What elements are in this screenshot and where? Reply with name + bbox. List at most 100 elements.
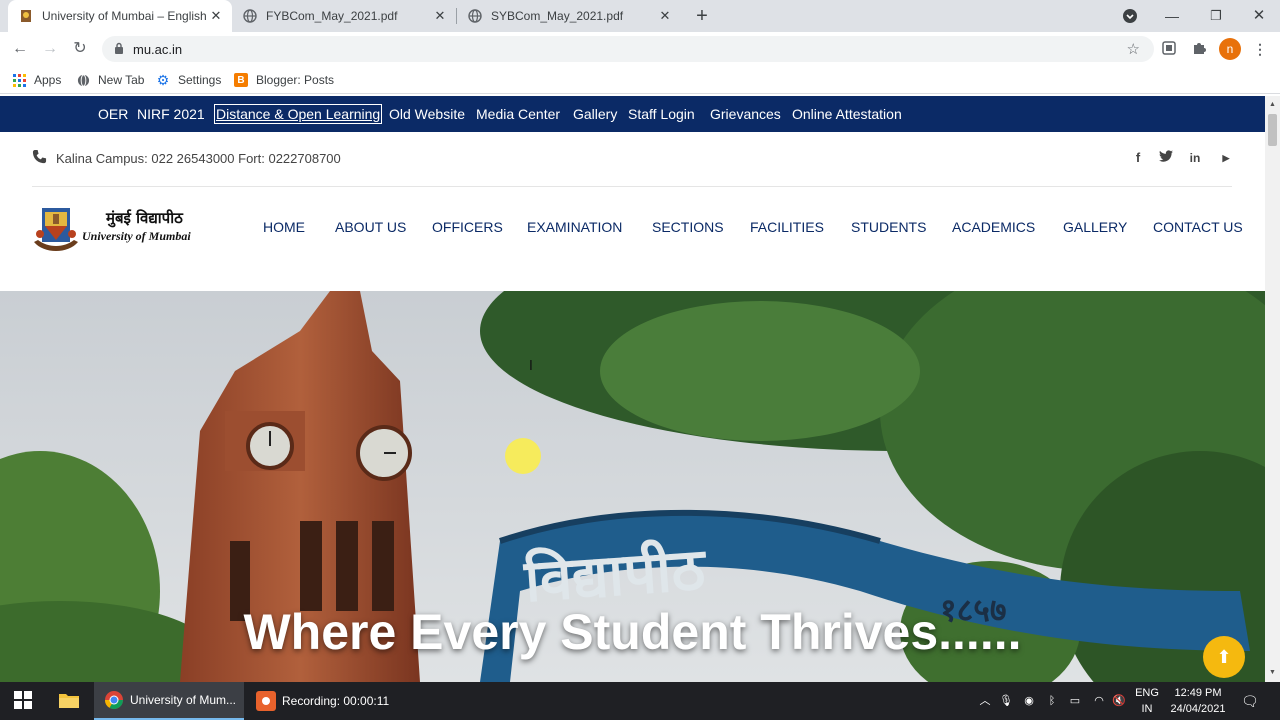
university-logo[interactable]: मुंबई विद्यापीठ University of Mumbai (34, 204, 209, 254)
gear-icon: ⚙ (156, 71, 170, 88)
clock-date[interactable]: 24/04/2021 (1168, 703, 1228, 715)
close-window-icon[interactable]: ✕ (1249, 6, 1269, 26)
contact-row: Kalina Campus: 022 26543000 Fort: 022270… (32, 132, 1232, 187)
menu-gallery[interactable]: GALLERY (1063, 219, 1127, 235)
reload-icon[interactable]: ↻ (69, 38, 91, 60)
bookmark-apps[interactable]: Apps (12, 72, 61, 88)
taskbar-item-label: Recording: 00:00:11 (282, 694, 390, 708)
menu-students[interactable]: STUDENTS (851, 219, 926, 235)
file-explorer-icon[interactable] (59, 691, 79, 711)
text-cursor-icon: I (529, 359, 533, 374)
menu-examination[interactable]: EXAMINATION (527, 219, 622, 235)
scroll-to-top-button[interactable]: ⬆ (1203, 636, 1245, 678)
bookmarks-bar: Apps New Tab ⚙ Settings B Blogger: Posts (0, 66, 1280, 94)
chrome-icon (104, 690, 124, 710)
new-tab-button[interactable]: + (692, 5, 712, 27)
windows-taskbar: University of Mum... Recording: 00:00:11… (0, 682, 1280, 720)
tab-fybcom-pdf[interactable]: FYBCom_May_2021.pdf ✕ (232, 0, 456, 32)
phone-icon (32, 149, 48, 165)
kebab-menu-icon[interactable]: ⋮ (1251, 40, 1269, 58)
taskbar-recording-item[interactable]: Recording: 00:00:11 (246, 682, 392, 720)
bookmark-settings[interactable]: ⚙ Settings (156, 71, 222, 88)
hero-title: Where Every Student Thrives...... (243, 604, 1022, 660)
menu-about-us[interactable]: ABOUT US (335, 219, 406, 235)
close-tab-icon[interactable]: ✕ (432, 8, 448, 24)
tab-university-of-mumbai[interactable]: University of Mumbai – English ✕ (8, 0, 232, 32)
bookmark-label: New Tab (98, 73, 145, 87)
university-crest-icon (34, 208, 78, 251)
menu-facilities[interactable]: FACILITIES (750, 219, 824, 235)
bookmark-new-tab[interactable]: New Tab (76, 72, 144, 88)
blogger-icon: B (234, 73, 248, 87)
bookmark-blogger[interactable]: B Blogger: Posts (234, 72, 334, 88)
show-hidden-icons-icon[interactable]: ︿ (977, 693, 993, 709)
twitter-icon[interactable] (1158, 150, 1174, 166)
menu-sections[interactable]: SECTIONS (652, 219, 724, 235)
wifi-icon[interactable]: ◠ (1091, 693, 1107, 709)
recording-icon (256, 691, 276, 711)
arrow-up-icon: ⬆ (1216, 647, 1232, 667)
forward-arrow-icon[interactable]: → (39, 38, 61, 60)
scroll-up-arrow-icon[interactable]: ▲ (1265, 98, 1280, 112)
region-indicator[interactable]: IN (1135, 703, 1159, 715)
close-tab-icon[interactable]: ✕ (657, 8, 673, 24)
page-scrollbar[interactable]: ▲ ▼ (1265, 96, 1280, 682)
webcam-icon[interactable]: ◉ (1021, 693, 1037, 709)
top-link-media-center[interactable]: Media Center (476, 106, 560, 122)
menu-contact-us[interactable]: CONTACT US (1153, 219, 1243, 235)
top-link-online-attestation[interactable]: Online Attestation (792, 106, 902, 122)
address-bar[interactable]: mu.ac.in ☆ (102, 36, 1154, 62)
tab-title: University of Mumbai – English (42, 9, 207, 23)
minimize-window-icon[interactable]: — (1162, 6, 1182, 26)
globe-icon (242, 8, 258, 24)
taskbar-item-label: University of Mum... (130, 693, 237, 707)
taskbar-chrome-item[interactable]: University of Mum... (94, 682, 244, 720)
clock-time[interactable]: 12:49 PM (1168, 687, 1228, 699)
puzzle-extensions-icon[interactable] (1190, 40, 1208, 58)
contact-text: Kalina Campus: 022 26543000 Fort: 022270… (56, 151, 341, 166)
menu-academics[interactable]: ACADEMICS (952, 219, 1035, 235)
scrollbar-thumb[interactable] (1268, 114, 1277, 146)
windows-start-icon[interactable] (13, 691, 33, 711)
menu-officers[interactable]: OFFICERS (432, 219, 503, 235)
hero-banner: विद्यापीठ १८५७ Where Every Student Thriv… (0, 291, 1265, 682)
volume-muted-icon[interactable]: 🔇 (1111, 693, 1127, 709)
bookmark-star-icon[interactable]: ☆ (1127, 40, 1140, 58)
logo-marathi-text: मुंबई विद्यापीठ (106, 209, 183, 227)
top-link-grievances[interactable]: Grievances (710, 106, 781, 122)
tab-strip: University of Mumbai – English ✕ FYBCom_… (0, 0, 1280, 32)
battery-icon[interactable]: ▭ (1067, 693, 1083, 709)
top-link-gallery[interactable]: Gallery (573, 106, 617, 122)
url-text: mu.ac.in (133, 42, 183, 57)
bluetooth-icon[interactable]: ᛒ (1044, 693, 1060, 709)
restore-window-icon[interactable]: ❐ (1206, 6, 1226, 26)
globe-icon (76, 73, 90, 87)
extension-icon[interactable] (1160, 40, 1178, 58)
top-link-distance-learning[interactable]: Distance & Open Learning (213, 104, 383, 124)
language-indicator[interactable]: ENG (1135, 687, 1159, 699)
facebook-icon[interactable]: f (1130, 150, 1146, 166)
tab-sybcom-pdf[interactable]: SYBCom_May_2021.pdf ✕ (457, 0, 681, 32)
top-links-bar: OER NIRF 2021 Distance & Open Learning O… (0, 96, 1265, 132)
notifications-icon[interactable]: 🗨 (1241, 693, 1259, 709)
browser-toolbar: ← → ↻ mu.ac.in ☆ n ⋮ (0, 32, 1280, 66)
top-link-oer[interactable]: OER (98, 106, 128, 122)
lock-icon (114, 42, 124, 57)
top-link-nirf[interactable]: NIRF 2021 (137, 106, 205, 122)
cursor-highlight (505, 438, 541, 474)
globe-icon (467, 8, 483, 24)
scroll-down-arrow-icon[interactable]: ▼ (1265, 666, 1280, 680)
top-link-old-website[interactable]: Old Website (389, 106, 465, 122)
top-link-staff-login[interactable]: Staff Login (628, 106, 695, 122)
menu-home[interactable]: HOME (263, 219, 305, 235)
apps-grid-icon (12, 73, 26, 87)
tab-search-icon[interactable] (1122, 8, 1138, 24)
microphone-icon[interactable]: 🎙 (998, 693, 1014, 709)
logo-english-text: University of Mumbai (82, 229, 191, 243)
back-arrow-icon[interactable]: ← (9, 38, 31, 60)
close-tab-icon[interactable]: ✕ (208, 8, 224, 24)
bookmark-label: Blogger: Posts (256, 73, 335, 87)
youtube-icon[interactable]: ▶ (1218, 150, 1234, 166)
profile-avatar[interactable]: n (1219, 38, 1241, 60)
linkedin-icon[interactable]: in (1187, 150, 1203, 166)
